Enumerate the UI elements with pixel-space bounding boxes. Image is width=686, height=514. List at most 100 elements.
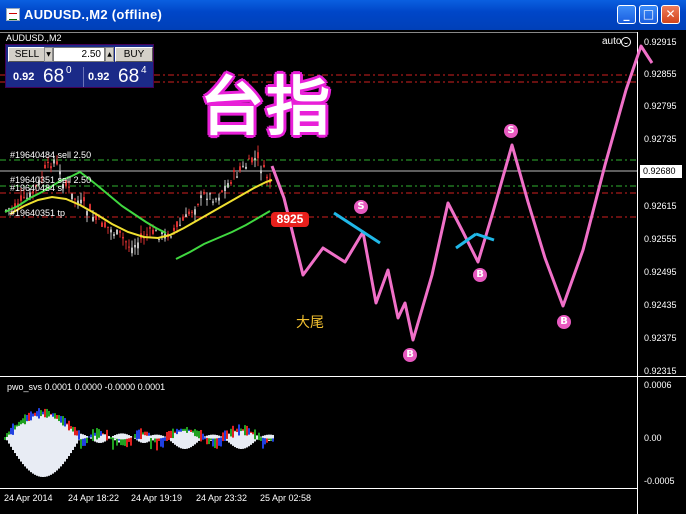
oscillator-bar (254, 429, 256, 440)
lot-decrease-arrow-icon[interactable]: ▼ (44, 47, 53, 62)
oscillator-bar (6, 433, 8, 437)
oscillator-bar (52, 415, 54, 474)
oscillator-bar (48, 413, 50, 476)
oscillator-bar (162, 437, 164, 448)
oscillator-bar (94, 432, 96, 436)
annotation-text: 大尾 (296, 315, 324, 331)
oscillator-bar (126, 438, 128, 448)
candle-body (80, 199, 82, 204)
oscillator-bar (184, 428, 186, 431)
oscillator-bar (250, 431, 252, 433)
oscillator-bar (12, 423, 14, 435)
oscillator-bar (4, 437, 6, 440)
oscillator-bar (114, 435, 116, 441)
oscillator-bar (40, 413, 42, 477)
candle-body (113, 234, 115, 236)
price-scale-label: 0.92855 (644, 69, 677, 79)
oscillator-bar (80, 439, 82, 449)
oscillator-bar (116, 438, 118, 446)
oscillator-bar (264, 438, 266, 445)
candle-body (152, 229, 154, 234)
oscillator-bar (8, 433, 10, 444)
candle-body (146, 234, 148, 236)
oscillator-bar (102, 433, 104, 443)
buy-button[interactable]: BUY (115, 47, 153, 62)
oscillator-bar (140, 428, 142, 440)
candle-body (236, 176, 238, 178)
candle-body (71, 193, 73, 200)
lot-size-input[interactable]: 2.50 (53, 47, 105, 62)
candle-body (257, 152, 259, 159)
oscillator-bar (252, 432, 254, 435)
oscillator-bar (14, 425, 16, 430)
oscillator-bar (270, 438, 272, 441)
close-button[interactable]: ✕ (661, 5, 680, 24)
oscillator-bar (82, 438, 84, 446)
oscillator-bar (110, 437, 112, 440)
buy-price-display[interactable]: 0.92 68 4 (84, 65, 153, 87)
oscillator-bar (64, 418, 66, 427)
candle-body (125, 241, 127, 243)
oscillator-bar (8, 431, 10, 435)
time-scale-label: 25 Apr 02:58 (260, 493, 312, 503)
candle-body (200, 195, 202, 199)
oscillator-bar (14, 427, 16, 454)
time-scale-label: 24 Apr 2014 (4, 493, 53, 503)
oscillator-bar (86, 437, 88, 444)
candle-body (191, 211, 193, 213)
oscillator-bar (190, 429, 192, 432)
oscillator-bar (64, 422, 66, 462)
oscillator-bar (70, 425, 72, 429)
candle-body (206, 198, 208, 201)
oscillator-bar (18, 423, 20, 459)
sell-button[interactable]: SELL (8, 47, 46, 62)
candle-body (47, 161, 49, 163)
buy-signal-marker: B (403, 348, 417, 362)
oscillator-bar (208, 438, 210, 445)
price-scale-label: 0.92915 (644, 37, 677, 47)
oscillator-bar (50, 414, 52, 475)
buy-signal-marker: B (473, 268, 487, 282)
oscillator-bar (52, 413, 54, 417)
price-scale-label: 0.92795 (644, 101, 677, 111)
oscillator-bar (88, 436, 90, 438)
oscillator-bar (128, 438, 130, 442)
oscillator-bar (26, 414, 28, 422)
candle-body (158, 238, 160, 240)
chart-canvas[interactable] (0, 30, 686, 514)
oscillator-bar (178, 430, 180, 448)
oscillator-bar (54, 415, 56, 473)
oscillator-bar (142, 433, 144, 443)
oscillator-bar (188, 429, 190, 431)
smiley-expert-icon (621, 37, 631, 47)
candle-body (50, 166, 52, 169)
window-title: AUDUSD.,M2 (offline) (24, 7, 163, 22)
lot-increase-arrow-icon[interactable]: ▲ (105, 47, 114, 62)
buy-price-small: 0.92 (88, 71, 110, 83)
oscillator-bar (96, 428, 98, 440)
chart-symbol-label: AUDUSD.,M2 (6, 33, 62, 43)
candle-body (221, 190, 223, 192)
maximize-button[interactable]: □ (639, 5, 658, 24)
sell-price-large: 68 (43, 66, 65, 87)
oscillator-bar (188, 430, 190, 449)
oscillator-bar (202, 433, 204, 440)
oscillator-bar (16, 424, 18, 427)
candle-body (263, 164, 265, 168)
oscillator-bar (16, 425, 18, 457)
oscillator-bar (34, 412, 36, 416)
oscillator-bar (268, 438, 270, 441)
oscillator-bar (240, 428, 242, 432)
title-bar[interactable]: AUDUSD.,M2 (offline) _ □ ✕ (0, 0, 686, 30)
oscillator-bar (240, 429, 242, 449)
price-scale-label: 0.92435 (644, 300, 677, 310)
minimize-button[interactable]: _ (617, 5, 636, 24)
sell-price-display[interactable]: 0.92 68 0 (8, 65, 77, 87)
oscillator-bar (248, 428, 250, 435)
overlay-title: 台指 (200, 71, 332, 145)
candle-body (197, 203, 199, 206)
candle-body (224, 185, 226, 192)
oscillator-bar (20, 422, 22, 462)
oscillator-bar (40, 410, 42, 417)
oscillator-bar (164, 437, 166, 441)
